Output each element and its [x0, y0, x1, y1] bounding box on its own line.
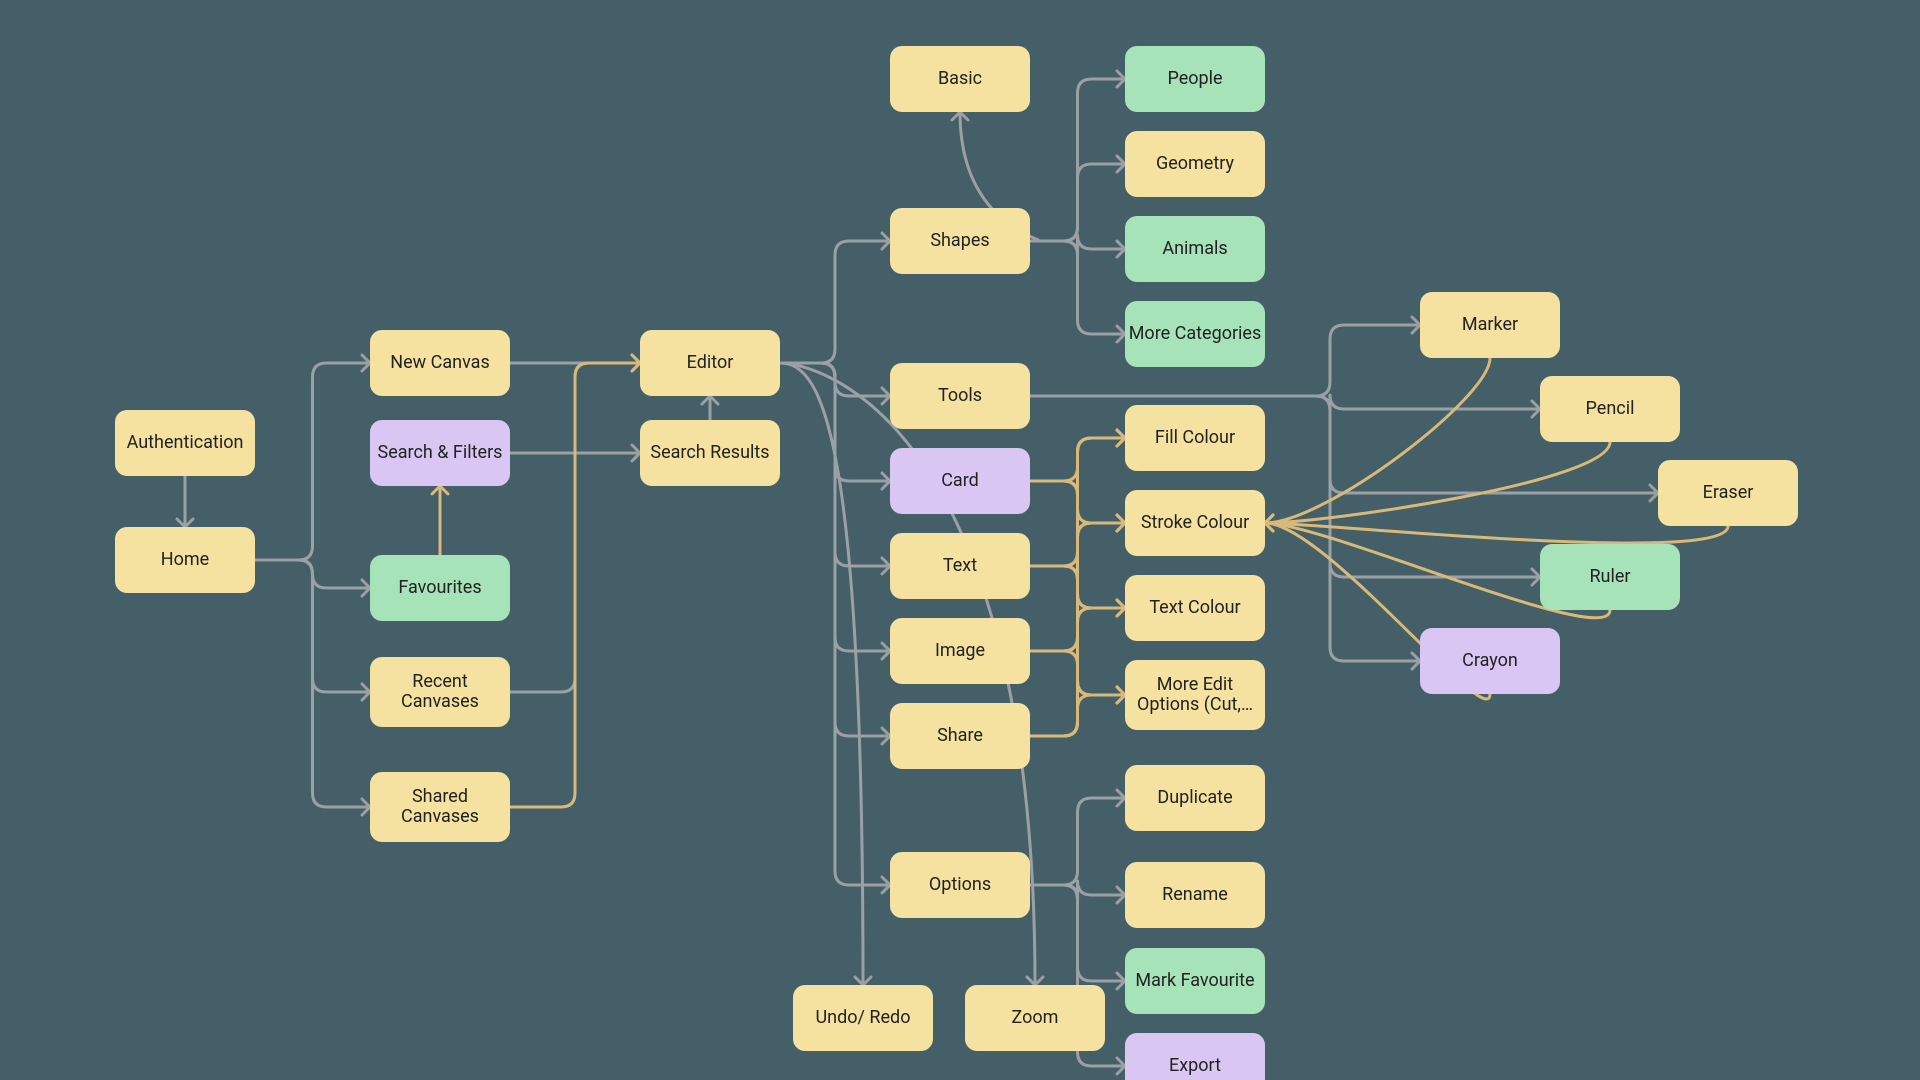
node-options[interactable]: Options: [890, 852, 1030, 918]
node-pencil[interactable]: Pencil: [1540, 376, 1680, 442]
node-label: Eraser: [1703, 482, 1754, 503]
node-search-filters[interactable]: Search & Filters: [370, 420, 510, 486]
edge: [1030, 164, 1125, 241]
node-label: Zoom: [1012, 1007, 1059, 1028]
node-tools[interactable]: Tools: [890, 363, 1030, 429]
node-label: Crayon: [1462, 650, 1518, 671]
edge: [1030, 695, 1125, 736]
node-stroke-colour[interactable]: Stroke Colour: [1125, 490, 1265, 556]
edge: [1030, 396, 1540, 577]
node-label: Shapes: [930, 230, 989, 251]
node-ruler[interactable]: Ruler: [1540, 544, 1680, 610]
node-label: Rename: [1162, 884, 1228, 905]
node-label: Options (Cut,…: [1137, 694, 1253, 715]
edge: [1030, 241, 1125, 334]
node-undo-redo[interactable]: Undo/ Redo: [793, 985, 933, 1051]
node-shared-canvases[interactable]: SharedCanvases: [370, 772, 510, 842]
node-label: Options: [929, 874, 991, 895]
edge: [780, 363, 890, 885]
node-label: Fill Colour: [1155, 427, 1235, 448]
node-label: Stroke Colour: [1141, 512, 1249, 533]
node-card[interactable]: Card: [890, 448, 1030, 514]
node-text[interactable]: Text: [890, 533, 1030, 599]
node-favourites[interactable]: Favourites: [370, 555, 510, 621]
node-label: Pencil: [1586, 398, 1635, 419]
node-recent-canvases[interactable]: RecentCanvases: [370, 657, 510, 727]
node-editor[interactable]: Editor: [640, 330, 780, 396]
edge: [255, 560, 370, 807]
node-label: Search Results: [650, 442, 769, 463]
node-eraser[interactable]: Eraser: [1658, 460, 1798, 526]
node-label: Export: [1169, 1055, 1221, 1076]
node-label: People: [1167, 68, 1222, 89]
node-label: More Edit: [1157, 674, 1234, 695]
node-duplicate[interactable]: Duplicate: [1125, 765, 1265, 831]
edge: [510, 363, 640, 807]
edge: [780, 241, 890, 363]
node-shapes[interactable]: Shapes: [890, 208, 1030, 274]
node-label: Authentication: [127, 432, 244, 453]
node-geometry[interactable]: Geometry: [1125, 131, 1265, 197]
node-crayon[interactable]: Crayon: [1420, 628, 1560, 694]
node-label: Recent: [412, 671, 468, 692]
node-label: Animals: [1162, 238, 1227, 259]
node-label: Favourites: [398, 577, 481, 598]
node-label: Duplicate: [1157, 787, 1232, 808]
node-label: Undo/ Redo: [816, 1007, 911, 1028]
node-label: Share: [937, 725, 983, 746]
node-basic[interactable]: Basic: [890, 46, 1030, 112]
node-label: Mark Favourite: [1135, 970, 1254, 991]
flowchart-canvas: Authentication Home New Canvas Search & Fil…: [0, 0, 1920, 1080]
node-label: Marker: [1462, 314, 1518, 335]
node-animals[interactable]: Animals: [1125, 216, 1265, 282]
node-label: Tools: [938, 385, 982, 406]
node-label: More Categories: [1129, 323, 1262, 344]
node-label: Shared: [412, 786, 468, 807]
node-fill-colour[interactable]: Fill Colour: [1125, 405, 1265, 471]
edge: [255, 363, 370, 560]
node-label: Geometry: [1156, 153, 1235, 174]
node-share[interactable]: Share: [890, 703, 1030, 769]
node-more-edit-options[interactable]: More EditOptions (Cut,…: [1125, 660, 1265, 730]
edge: [1030, 798, 1125, 885]
nodes-layer: Authentication Home New Canvas Search & Fil…: [115, 46, 1798, 1080]
node-label: Basic: [938, 68, 982, 89]
node-new-canvas[interactable]: New Canvas: [370, 330, 510, 396]
node-label: Text Colour: [1149, 597, 1240, 618]
node-zoom[interactable]: Zoom: [965, 985, 1105, 1051]
node-label: New Canvas: [390, 352, 490, 373]
node-label: Canvases: [401, 806, 479, 827]
node-label: Editor: [687, 352, 734, 373]
node-label: Image: [935, 640, 985, 661]
edge: [1265, 442, 1610, 523]
node-label: Ruler: [1589, 566, 1630, 587]
node-label: Text: [943, 555, 977, 576]
node-search-results[interactable]: Search Results: [640, 420, 780, 486]
node-more-categories[interactable]: More Categories: [1125, 301, 1265, 367]
node-rename[interactable]: Rename: [1125, 862, 1265, 928]
node-label: Card: [941, 470, 979, 491]
node-authentication[interactable]: Authentication: [115, 410, 255, 476]
node-export[interactable]: Export: [1125, 1033, 1265, 1080]
node-people[interactable]: People: [1125, 46, 1265, 112]
node-label: Canvases: [401, 691, 479, 712]
node-label: Home: [161, 549, 209, 570]
node-image[interactable]: Image: [890, 618, 1030, 684]
node-home[interactable]: Home: [115, 527, 255, 593]
node-text-colour[interactable]: Text Colour: [1125, 575, 1265, 641]
node-marker[interactable]: Marker: [1420, 292, 1560, 358]
node-mark-favourite[interactable]: Mark Favourite: [1125, 948, 1265, 1014]
edge: [780, 363, 863, 985]
node-label: Search & Filters: [378, 442, 503, 463]
